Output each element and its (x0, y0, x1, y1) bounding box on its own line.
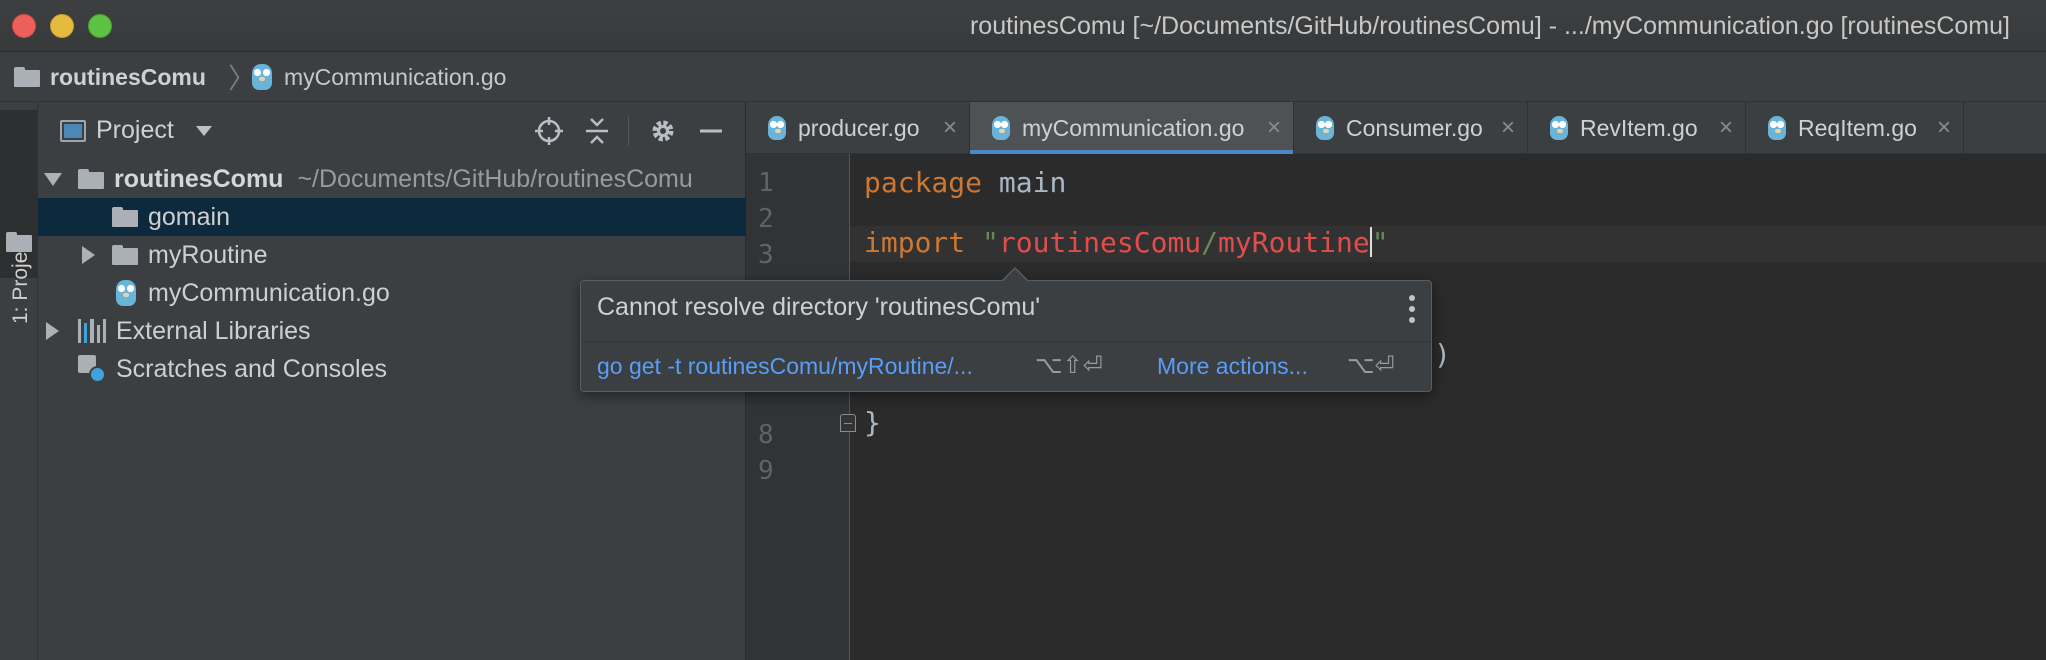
header-divider (628, 116, 629, 146)
code-text: main (982, 166, 1067, 199)
maximize-window-button[interactable] (88, 14, 112, 38)
breadcrumb-project[interactable]: routinesComu (14, 52, 206, 102)
close-window-button[interactable] (12, 14, 36, 38)
line-number: 2 (758, 204, 774, 234)
error-popup: Cannot resolve directory 'routinesComu' … (580, 267, 1432, 392)
popup-divider (581, 341, 1431, 342)
line-number: 1 (758, 168, 774, 198)
gopher-icon (768, 116, 786, 140)
tree-item-label: gomain (148, 202, 230, 231)
unresolved-path-part: routinesComu (998, 226, 1202, 259)
more-actions-shortcut: ⌥⏎ (1347, 351, 1395, 379)
gopher-icon (1316, 116, 1334, 140)
breadcrumb-file[interactable]: myCommunication.go (252, 52, 506, 102)
gopher-icon (992, 116, 1010, 140)
tree-item-path: ~/Documents/GitHub/routinesComu (297, 164, 693, 193)
tree-item-label: External Libraries (116, 316, 311, 345)
tree-item-label: myRoutine (148, 240, 268, 269)
line-number: 9 (758, 456, 774, 486)
close-tab-icon[interactable]: × (1719, 114, 1733, 142)
code-keyword: package (864, 166, 983, 199)
ide-window: routinesComu [~/Documents/GitHub/routine… (0, 0, 2046, 660)
tab-label: ReqItem.go (1798, 114, 1917, 141)
code-line-8[interactable]: } (864, 406, 881, 439)
project-panel-header: Project (38, 102, 746, 160)
settings-button[interactable] (646, 114, 680, 148)
tab-label: Consumer.go (1346, 114, 1483, 141)
tree-item-gomain[interactable]: gomain (38, 198, 746, 236)
minimize-window-button[interactable] (50, 14, 74, 38)
close-tab-icon[interactable]: × (1267, 114, 1281, 142)
tab-reqitem-go[interactable]: ReqItem.go × (1746, 102, 1964, 154)
project-view-icon (60, 120, 86, 142)
collapse-all-icon (586, 118, 608, 144)
code-quote-open: " (982, 226, 999, 259)
tab-consumer-go[interactable]: Consumer.go × (1294, 102, 1528, 154)
code-quote-close: " (1371, 226, 1389, 259)
more-actions-link[interactable]: More actions... (1157, 353, 1308, 380)
folder-icon (112, 245, 138, 265)
crosshair-icon (535, 117, 563, 145)
more-options-icon[interactable] (1407, 295, 1417, 323)
close-tab-icon[interactable]: × (1501, 114, 1515, 142)
tree-item-routinescomu[interactable]: routinesComu ~/Documents/GitHub/routines… (38, 160, 746, 198)
tree-item-myroutine[interactable]: myRoutine (38, 236, 746, 274)
tab-mycommunication-go[interactable]: myCommunication.go × (970, 102, 1294, 154)
fold-marker-icon[interactable] (840, 414, 856, 432)
breadcrumb-project-label: routinesComu (50, 63, 206, 90)
line-number: 3 (758, 240, 774, 270)
code-line-6-partial[interactable]: ) (1434, 338, 1451, 371)
gopher-icon (252, 64, 272, 90)
code-keyword: import (864, 226, 966, 259)
libraries-icon (78, 319, 107, 343)
code-line-1[interactable]: package main (864, 166, 1066, 199)
title-bar: routinesComu [~/Documents/GitHub/routine… (0, 0, 2046, 52)
tree-item-label: myCommunication.go (148, 278, 390, 307)
close-tab-icon[interactable]: × (943, 114, 957, 142)
gear-icon (652, 120, 674, 142)
tab-label: RevItem.go (1580, 114, 1698, 141)
breadcrumb-file-label: myCommunication.go (284, 63, 507, 90)
code-path-slash: / (1201, 226, 1219, 259)
tab-producer-go[interactable]: producer.go × (746, 102, 970, 154)
code-line-3[interactable]: import "routinesComu/myRoutine" (864, 226, 1389, 259)
tab-label: myCommunication.go (1022, 114, 1245, 141)
error-message: Cannot resolve directory 'routinesComu' (597, 293, 1041, 321)
popup-pointer (1001, 267, 1029, 282)
unresolved-path-part: myRoutine (1218, 226, 1370, 259)
minus-icon (700, 129, 722, 133)
tab-revitem-go[interactable]: RevItem.go × (1528, 102, 1746, 154)
gopher-icon (1768, 116, 1786, 140)
folder-icon (14, 67, 40, 87)
tab-label: producer.go (798, 114, 920, 141)
gopher-icon (116, 280, 136, 306)
gopher-icon (1550, 116, 1568, 140)
expand-arrow-icon[interactable] (46, 322, 59, 340)
locate-file-button[interactable] (532, 114, 566, 148)
go-get-action-link[interactable]: go get -t routinesComu/myRoutine/... (597, 353, 973, 380)
chevron-down-icon[interactable] (196, 126, 212, 136)
hide-panel-button[interactable] (694, 114, 728, 148)
go-get-shortcut: ⌥⇧⏎ (1035, 351, 1103, 379)
scratches-icon (78, 355, 106, 383)
left-tool-strip: 1: Project (0, 102, 38, 660)
folder-icon (112, 207, 138, 227)
close-tab-icon[interactable]: × (1937, 114, 1951, 142)
expand-arrow-icon[interactable] (44, 173, 62, 186)
line-number-gutter: 1 2 3 4 8 9 (746, 154, 850, 660)
editor-tabs: producer.go × myCommunication.go × Consu… (746, 102, 2046, 154)
navigation-bar: routinesComu 〉 myCommunication.go (0, 52, 2046, 102)
folder-icon (6, 232, 32, 252)
tree-item-label: routinesComu (114, 164, 284, 193)
collapse-all-button[interactable] (580, 114, 614, 148)
folder-icon (78, 169, 104, 189)
tree-item-label: Scratches and Consoles (116, 354, 387, 383)
expand-arrow-icon[interactable] (82, 246, 95, 264)
window-title: routinesComu [~/Documents/GitHub/routine… (969, 12, 2010, 40)
project-view-selector[interactable]: Project (96, 116, 174, 145)
line-number: 8 (758, 420, 774, 450)
